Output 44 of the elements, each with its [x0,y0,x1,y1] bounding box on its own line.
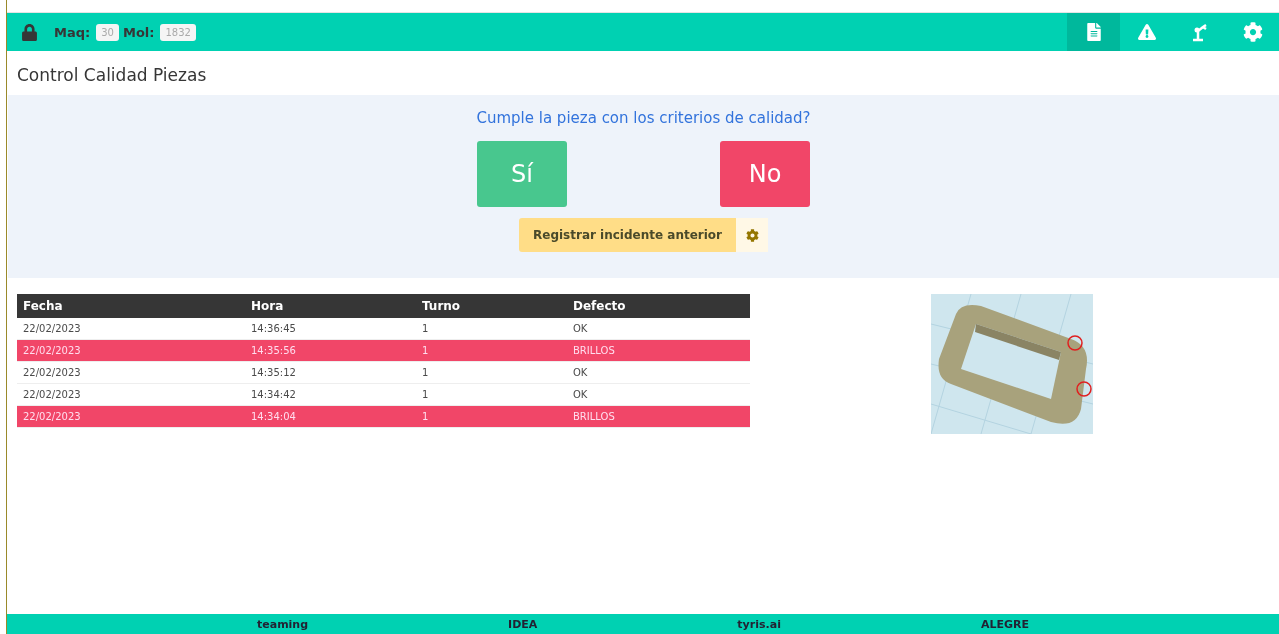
table-cell-text: OK [572,367,589,378]
yes-button[interactable]: Sí [477,141,567,207]
table-cell-text: 22/02/2023 [22,345,82,356]
table-cell-text: OK [572,323,589,334]
table-cell-text: 14:36:45 [250,323,297,334]
question-text: Cumple la pieza con los criterios de calidad? [476,109,811,127]
document-icon [1084,23,1103,41]
table-cell-text: 1 [421,389,430,400]
partner-logo: tyris.ai [737,617,781,631]
table-cell-text: BRILLOS [572,345,616,356]
table-cell-text: 22/02/2023 [22,367,82,378]
table-cell-text: 1 [421,411,430,422]
table-cell-text: 1 [421,345,430,356]
table-cell-text: 22/02/2023 [22,323,82,334]
mol-label: Mol: [122,24,155,40]
column-header: Fecha [22,298,64,315]
document-tab[interactable] [1067,13,1120,51]
partner-logo: ALEGRE [980,617,1029,631]
partner-logo: teaming [257,617,309,631]
maq-value: 30 [96,23,119,41]
lock-icon [21,23,38,41]
column-header: Turno [421,298,462,315]
settings-icon [745,228,759,242]
mol-value: 1832 [160,23,196,41]
table-cell-text: 22/02/2023 [22,389,82,400]
warning-icon [1137,23,1156,41]
table-cell-text: 1 [421,367,430,378]
table-cell-text: 22/02/2023 [22,411,82,422]
no-button[interactable]: No [720,141,810,207]
settings-button[interactable] [736,218,768,252]
table-cell-text: OK [572,389,589,400]
table-cell-text: BRILLOS [572,411,616,422]
column-header: Defecto [572,298,627,315]
page-title: Control Calidad Piezas [16,64,208,87]
table-cell-text: 14:34:04 [250,411,297,422]
table-cell-text: 14:34:42 [250,389,297,400]
register-incident-button[interactable]: Registrar incidente anterior [519,218,736,252]
settings-icon [1242,22,1263,42]
partner-logo: IDEA [508,617,538,631]
table-cell-text: 14:35:56 [250,345,297,356]
table-cell-text: 14:35:12 [250,367,297,378]
table-cell-text: 1 [421,323,430,334]
maq-label: Maq: [54,24,91,40]
column-header: Hora [250,298,285,315]
